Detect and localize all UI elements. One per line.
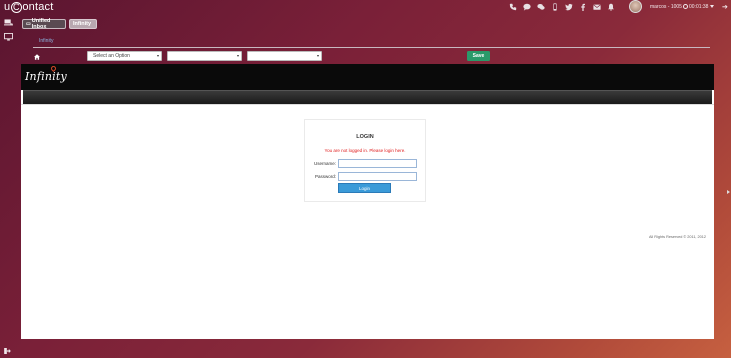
agent-desk-icon[interactable] (4, 19, 13, 27)
copyright-footer: All Rights Reserved © 2011, 2012 (649, 235, 706, 239)
frame-divider (21, 104, 714, 105)
user-menu-chevron-down-icon[interactable] (710, 5, 714, 8)
facebook-icon[interactable] (578, 2, 587, 11)
channel-icons (508, 2, 615, 11)
session-timer: 00:01:38 (689, 4, 709, 10)
login-button[interactable]: Login (338, 183, 391, 193)
home-icon[interactable] (34, 54, 40, 60)
phone-icon[interactable] (508, 2, 517, 11)
logo-prefix: u (4, 1, 11, 13)
password-input[interactable] (338, 172, 417, 181)
tab-infinity-label: Infinity (73, 21, 92, 27)
divider (33, 47, 710, 48)
ucontact-logo: u Contact (4, 1, 54, 13)
email-icon[interactable] (592, 2, 601, 11)
username-input[interactable] (338, 159, 417, 168)
chevron-down-icon (317, 55, 319, 57)
chevron-down-icon (157, 55, 159, 57)
login-error-message: You are not logged in. Please login here… (324, 148, 406, 153)
tab-infinity[interactable]: Infinity (69, 19, 97, 29)
option-select-1[interactable]: Select an Option (87, 51, 162, 61)
expand-panel-arrow-icon[interactable] (727, 190, 730, 194)
user-label: marcos - 1005 (650, 4, 682, 10)
option-select-3[interactable] (247, 51, 322, 61)
sms-icon[interactable] (536, 2, 545, 11)
password-label: Password: (314, 174, 336, 179)
logout-arrow-icon[interactable]: ➔ (722, 3, 728, 11)
inbox-icon: ▭ (26, 21, 31, 27)
logo-suffix: ontact (22, 1, 54, 13)
login-title: LOGIN (356, 134, 374, 140)
clock-icon (683, 4, 688, 9)
chevron-down-icon (237, 55, 239, 57)
chat-icon[interactable] (522, 2, 531, 11)
sign-out-icon[interactable] (4, 348, 11, 354)
option-select-2[interactable] (167, 51, 242, 61)
infinity-nav-bar (23, 90, 712, 104)
tab-unified-inbox[interactable]: ▭ Unified Inbox (22, 18, 66, 30)
twitter-icon[interactable] (564, 2, 573, 11)
mobile-icon[interactable] (550, 2, 559, 11)
logo-c: C (10, 1, 22, 13)
option-select-1-value: Select an Option (93, 53, 130, 59)
monitor-icon[interactable] (4, 33, 13, 41)
tab-unified-inbox-label: Unified Inbox (31, 18, 51, 30)
bell-icon[interactable] (606, 2, 615, 11)
infinity-header: Infinity (21, 64, 714, 90)
username-label: Username: (313, 161, 336, 166)
infinity-frame: Infinity LOGIN You are not logged in. Pl… (21, 64, 714, 339)
infinity-logo: Infinity (25, 70, 67, 83)
login-panel: LOGIN You are not logged in. Please logi… (304, 119, 426, 202)
save-button[interactable]: Save (467, 51, 490, 61)
breadcrumb-infinity-link[interactable]: Infinity (39, 38, 53, 44)
top-bar: u Contact marcos - 1005 00:01:38 ➔ (0, 0, 731, 14)
user-avatar[interactable] (629, 0, 642, 13)
